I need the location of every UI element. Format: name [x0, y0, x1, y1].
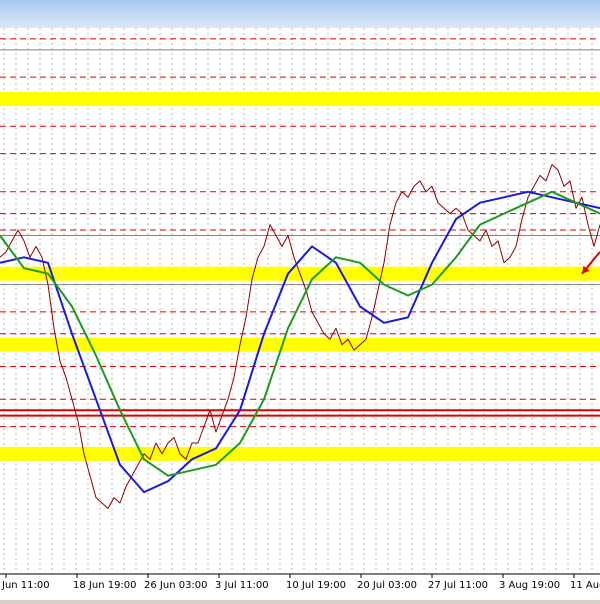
window-title-strip [0, 0, 600, 28]
x-tick-label: 3 Aug 19:00 [499, 580, 560, 591]
yellow-band [0, 446, 600, 461]
x-tick-label: 18 Jun 19:00 [73, 580, 137, 591]
x-tick-label: 26 Jun 03:00 [144, 580, 208, 591]
price-chart[interactable]: Jun 11:00 18 Jun 19:00 26 Jun 03:00 3 Jul 1… [0, 0, 600, 600]
x-tick-label: 20 Jul 03:00 [357, 580, 417, 591]
x-tick-label: 10 Jul 19:00 [286, 580, 346, 591]
x-tick-label: 3 Jul 11:00 [215, 580, 269, 591]
x-tick-label: 11 Aug 03:00 [570, 580, 600, 591]
chart-window: Jun 11:00 18 Jun 19:00 26 Jun 03:00 3 Jul 1… [0, 0, 600, 600]
plot-background [0, 28, 600, 574]
x-tick-label: Jun 11:00 [1, 580, 50, 591]
x-tick-label: 27 Jul 11:00 [428, 580, 488, 591]
yellow-band [0, 91, 600, 106]
